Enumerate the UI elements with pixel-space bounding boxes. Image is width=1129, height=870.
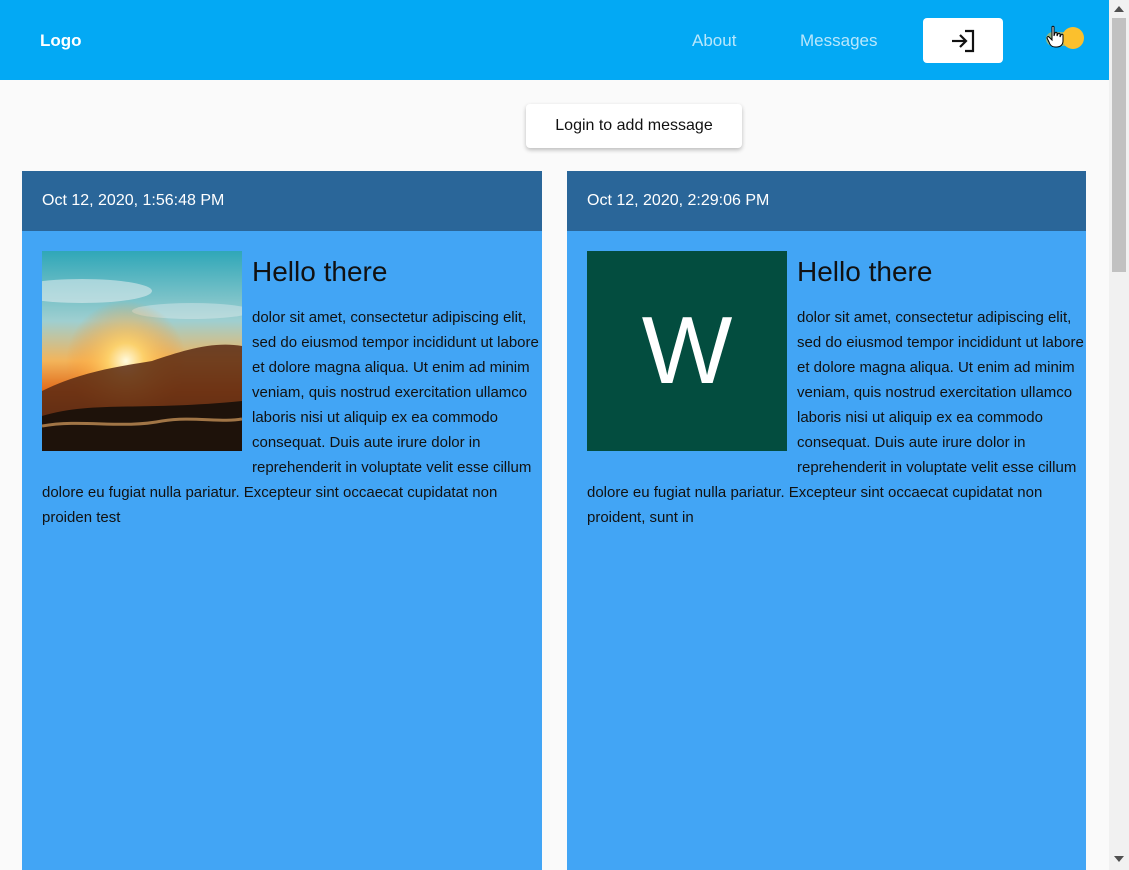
page-scrollbar[interactable] — [1109, 0, 1129, 870]
nav-link-messages[interactable]: Messages — [800, 31, 877, 51]
logo[interactable]: Logo — [40, 31, 82, 51]
message-timestamp: Oct 12, 2020, 2:29:06 PM — [567, 171, 1086, 231]
login-arrow-icon — [952, 29, 975, 52]
avatar: W — [587, 251, 787, 451]
login-button[interactable] — [923, 18, 1003, 63]
scrollbar-thumb[interactable] — [1112, 18, 1126, 272]
message-card: Oct 12, 2020, 1:56:48 PM Hello there dol… — [22, 171, 542, 870]
scroll-down-icon[interactable] — [1114, 856, 1124, 862]
message-body: Hello there dolor sit amet, consectetur … — [22, 231, 542, 530]
scroll-up-icon[interactable] — [1114, 6, 1124, 12]
message-card: Oct 12, 2020, 2:29:06 PM W Hello there d… — [567, 171, 1086, 870]
login-to-add-message-button[interactable]: Login to add message — [526, 104, 742, 148]
nav-link-about[interactable]: About — [692, 31, 736, 51]
message-timestamp: Oct 12, 2020, 1:56:48 PM — [22, 171, 542, 231]
theme-toggle[interactable] — [1042, 25, 1088, 51]
message-body: W Hello there dolor sit amet, consectetu… — [567, 231, 1086, 530]
app-bar: Logo About Messages — [0, 0, 1109, 80]
hand-cursor-icon — [1046, 25, 1064, 48]
sunset-photo — [42, 251, 242, 451]
